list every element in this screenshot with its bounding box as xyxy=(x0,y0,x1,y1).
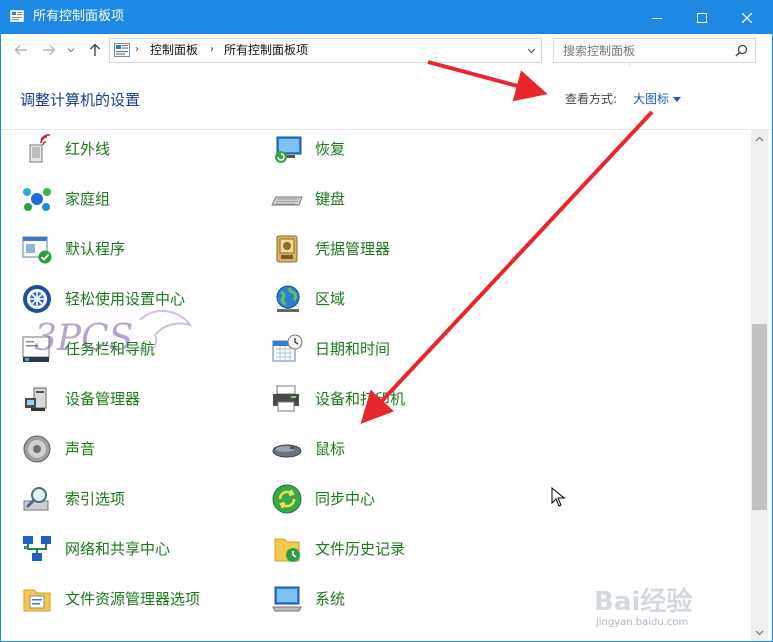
item-label: 鼠标 xyxy=(315,440,346,458)
item-mouse[interactable]: 鼠标 xyxy=(271,431,345,467)
item-label: 区域 xyxy=(315,290,346,308)
control-panel-location-icon xyxy=(114,43,130,57)
item-label: 设备管理器 xyxy=(65,390,141,408)
close-icon xyxy=(741,12,752,23)
view-by-value: 大图标 xyxy=(633,92,670,106)
item-credential-manager[interactable]: 凭据管理器 xyxy=(271,231,390,267)
credential-icon xyxy=(276,235,298,263)
recent-locations-chevron-icon[interactable] xyxy=(67,46,75,54)
recovery-icon xyxy=(275,136,302,163)
scroll-up-button[interactable] xyxy=(751,130,768,147)
maximize-icon xyxy=(696,12,707,23)
minimize-icon xyxy=(651,17,662,19)
item-label: 系统 xyxy=(315,590,346,608)
title-bar[interactable]: 所有控制面板项 xyxy=(1,1,772,34)
item-sync-center[interactable]: 同步中心 xyxy=(271,481,375,517)
item-default-programs[interactable]: 默认程序 xyxy=(21,231,125,267)
baidu-logo-text: Bai经验 xyxy=(594,586,692,617)
item-infrared[interactable]: 红外线 xyxy=(21,131,110,167)
page-title: 调整计算机的设置 xyxy=(20,91,141,109)
navigation-bar: › 控制面板 › 所有控制面板项 xyxy=(1,34,772,66)
item-label: 声音 xyxy=(65,440,96,458)
minimize-button[interactable] xyxy=(634,1,679,34)
item-label: 索引选项 xyxy=(65,490,126,508)
default-programs-icon xyxy=(22,236,52,264)
back-arrow-icon[interactable] xyxy=(13,42,29,58)
caret-down-icon xyxy=(673,97,682,102)
item-label: 设备和打印机 xyxy=(315,390,406,408)
watermark-text: 3PCS xyxy=(34,318,133,359)
mouse-pointer-icon xyxy=(551,487,565,507)
content-header: 调整计算机的设置 查看方式: 大图标 xyxy=(1,66,772,130)
item-label: 网络和共享中心 xyxy=(65,540,171,558)
region-icon xyxy=(276,285,300,312)
search-icon[interactable] xyxy=(735,44,748,57)
maximize-button[interactable] xyxy=(679,1,724,34)
control-panel-items: 红外线 家庭组 默认程序 轻松使用设置中心 任务栏和导航 设备管理器 声音 索引… xyxy=(1,130,751,641)
scroll-down-button[interactable] xyxy=(751,624,768,641)
chevron-down-icon xyxy=(755,630,764,635)
keyboard-icon xyxy=(271,196,303,206)
address-history-button[interactable] xyxy=(522,39,540,62)
sound-icon xyxy=(23,435,51,463)
close-button[interactable] xyxy=(724,1,769,34)
homegroup-icon xyxy=(23,188,51,211)
baidu-jingyan-watermark-logo: Bai经验 xyxy=(594,586,692,617)
system-icon xyxy=(272,586,302,612)
search-box[interactable] xyxy=(553,38,756,63)
forward-arrow-icon[interactable] xyxy=(41,42,57,58)
file-history-icon xyxy=(274,538,300,562)
item-label: 恢复 xyxy=(315,140,346,158)
item-label: 家庭组 xyxy=(65,190,111,208)
scrollbar-thumb[interactable] xyxy=(752,324,767,510)
network-icon xyxy=(23,536,51,561)
item-devices-printers[interactable]: 设备和打印机 xyxy=(271,381,405,417)
folder-options-icon xyxy=(23,589,51,612)
item-label: 同步中心 xyxy=(315,490,376,508)
address-bar[interactable]: › 控制面板 › 所有控制面板项 xyxy=(109,38,646,66)
indexing-icon xyxy=(23,487,49,511)
breadcrumb-control-panel[interactable]: 控制面板 xyxy=(150,42,198,58)
vertical-scrollbar[interactable] xyxy=(751,130,768,641)
item-homegroup[interactable]: 家庭组 xyxy=(21,181,110,217)
item-label: 文件历史记录 xyxy=(315,540,406,558)
item-label: 默认程序 xyxy=(65,240,126,258)
item-label: 凭据管理器 xyxy=(315,240,391,258)
item-label: 日期和时间 xyxy=(315,340,391,358)
baidu-url-watermark: jingyan.baidu.com xyxy=(596,617,689,628)
item-folder-options[interactable]: 文件资源管理器选项 xyxy=(21,581,200,617)
view-by-dropdown[interactable]: 大图标 xyxy=(633,91,682,107)
search-input[interactable] xyxy=(554,39,738,62)
device-manager-icon xyxy=(25,387,47,411)
item-file-history[interactable]: 文件历史记录 xyxy=(271,531,405,567)
item-recovery[interactable]: 恢复 xyxy=(271,131,345,167)
item-sound[interactable]: 声音 xyxy=(21,431,95,467)
item-label: 文件资源管理器选项 xyxy=(65,590,201,608)
up-arrow-icon[interactable] xyxy=(87,42,103,58)
mouse-icon xyxy=(272,444,302,458)
breadcrumb-separator-icon[interactable]: › xyxy=(210,44,218,56)
view-by-label: 查看方式: xyxy=(565,92,618,106)
breadcrumb-separator-icon[interactable]: › xyxy=(135,44,143,56)
3pcs-watermark-logo: 3PCS xyxy=(34,309,193,359)
sync-icon xyxy=(272,484,302,514)
item-indexing[interactable]: 索引选项 xyxy=(21,481,125,517)
date-time-icon xyxy=(272,334,303,362)
item-date-time[interactable]: 日期和时间 xyxy=(271,331,390,367)
breadcrumb-all-items[interactable]: 所有控制面板项 xyxy=(224,42,308,58)
infrared-icon xyxy=(29,134,51,163)
item-device-manager[interactable]: 设备管理器 xyxy=(21,381,140,417)
item-network-sharing[interactable]: 网络和共享中心 xyxy=(21,531,170,567)
item-keyboard[interactable]: 键盘 xyxy=(271,181,345,217)
item-system[interactable]: 系统 xyxy=(271,581,345,617)
item-region[interactable]: 区域 xyxy=(271,281,345,317)
printer-icon xyxy=(273,385,299,412)
chevron-down-icon xyxy=(527,48,535,53)
window-title: 所有控制面板项 xyxy=(33,9,125,24)
chevron-up-icon xyxy=(755,136,764,141)
item-label: 键盘 xyxy=(315,190,346,208)
item-label: 红外线 xyxy=(65,140,111,158)
control-panel-app-icon xyxy=(10,10,24,22)
